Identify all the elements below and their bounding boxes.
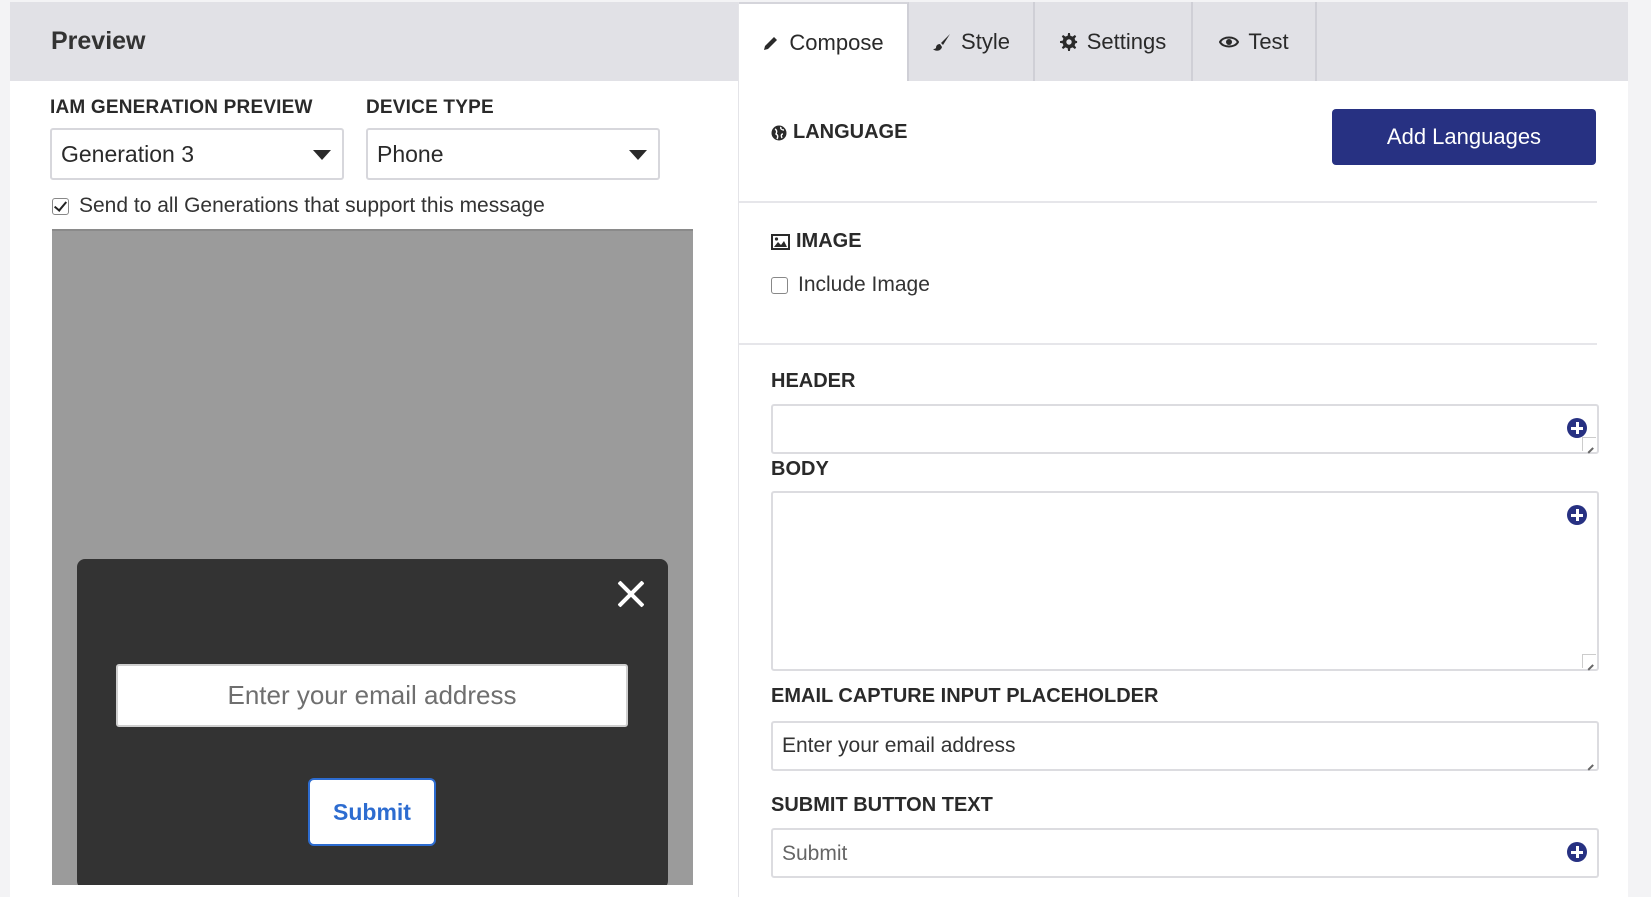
eye-icon xyxy=(1219,36,1240,47)
generation-label: IAM GENERATION PREVIEW xyxy=(50,97,313,118)
resize-handle-icon[interactable] xyxy=(1582,437,1596,451)
pencil-icon xyxy=(764,36,778,50)
email-placeholder-value: Enter your email address xyxy=(782,734,1016,757)
tab-style-label: Style xyxy=(961,28,1010,54)
submit-text-value: Submit xyxy=(782,842,848,865)
image-section: IMAGE Include Image xyxy=(739,203,1597,345)
header-textarea[interactable] xyxy=(771,404,1599,454)
compose-panel: Compose Style Settings Test LANGUAGE Add… xyxy=(738,2,1628,897)
language-section: LANGUAGE Add Languages xyxy=(739,81,1597,203)
tab-settings[interactable]: Settings xyxy=(1035,2,1193,81)
submit-text-label: SUBMIT BUTTON TEXT xyxy=(771,794,993,816)
tab-bar: Compose Style Settings Test xyxy=(739,2,1628,81)
image-heading: IMAGE xyxy=(771,230,862,253)
language-heading: LANGUAGE xyxy=(771,121,907,144)
add-personalization-icon[interactable] xyxy=(1567,505,1587,525)
tab-test-label: Test xyxy=(1248,28,1289,54)
body-label: BODY xyxy=(771,458,829,480)
device-type-select-value: Phone xyxy=(377,140,444,167)
in-app-message-modal: Enter your email address Submit xyxy=(77,559,668,885)
language-label: LANGUAGE xyxy=(793,121,908,143)
body-textarea[interactable] xyxy=(771,491,1599,671)
add-languages-button[interactable]: Add Languages xyxy=(1332,109,1596,165)
send-all-generations-checkbox[interactable] xyxy=(52,197,69,215)
email-placeholder-label: EMAIL CAPTURE INPUT PLACEHOLDER xyxy=(771,685,1159,707)
device-type-label: DEVICE TYPE xyxy=(366,97,494,118)
send-all-generations-row: Send to all Generations that support thi… xyxy=(52,194,545,218)
include-image-checkbox[interactable] xyxy=(771,276,788,294)
generation-select-value: Generation 3 xyxy=(61,140,194,167)
tab-style[interactable]: Style xyxy=(909,2,1035,81)
chevron-down-icon xyxy=(629,150,647,160)
globe-icon xyxy=(771,125,787,140)
gear-icon xyxy=(1059,32,1077,51)
preview-panel: Preview IAM GENERATION PREVIEW Generatio… xyxy=(10,2,738,897)
chevron-down-icon xyxy=(313,150,331,160)
tab-test[interactable]: Test xyxy=(1193,2,1317,81)
generation-select[interactable]: Generation 3 xyxy=(50,128,344,180)
submit-text-textarea[interactable]: Submit xyxy=(771,828,1599,878)
add-personalization-icon[interactable] xyxy=(1567,418,1587,438)
resize-handle-icon[interactable] xyxy=(1582,654,1596,668)
tab-settings-label: Settings xyxy=(1086,28,1167,54)
image-icon xyxy=(771,233,790,250)
send-all-generations-label[interactable]: Send to all Generations that support thi… xyxy=(79,194,545,218)
modal-email-input[interactable]: Enter your email address xyxy=(116,664,628,727)
page-scrollbar[interactable] xyxy=(1630,0,1651,897)
brush-icon xyxy=(933,33,951,51)
add-personalization-icon[interactable] xyxy=(1567,842,1587,862)
email-placeholder-textarea[interactable]: Enter your email address xyxy=(771,721,1599,771)
preview-title: Preview xyxy=(10,2,738,81)
modal-submit-button[interactable]: Submit xyxy=(308,778,436,846)
include-image-label[interactable]: Include Image xyxy=(798,273,930,297)
device-type-select[interactable]: Phone xyxy=(366,128,660,180)
header-label: HEADER xyxy=(771,370,856,392)
app: Preview IAM GENERATION PREVIEW Generatio… xyxy=(10,2,1628,897)
phone-preview: Enter your email address Submit xyxy=(52,229,693,885)
tab-compose[interactable]: Compose xyxy=(739,2,909,81)
image-label: IMAGE xyxy=(796,230,862,252)
resize-handle-icon[interactable] xyxy=(1582,754,1596,768)
tab-compose-label: Compose xyxy=(789,29,884,55)
close-icon[interactable] xyxy=(616,579,646,609)
include-image-row: Include Image xyxy=(771,273,930,297)
